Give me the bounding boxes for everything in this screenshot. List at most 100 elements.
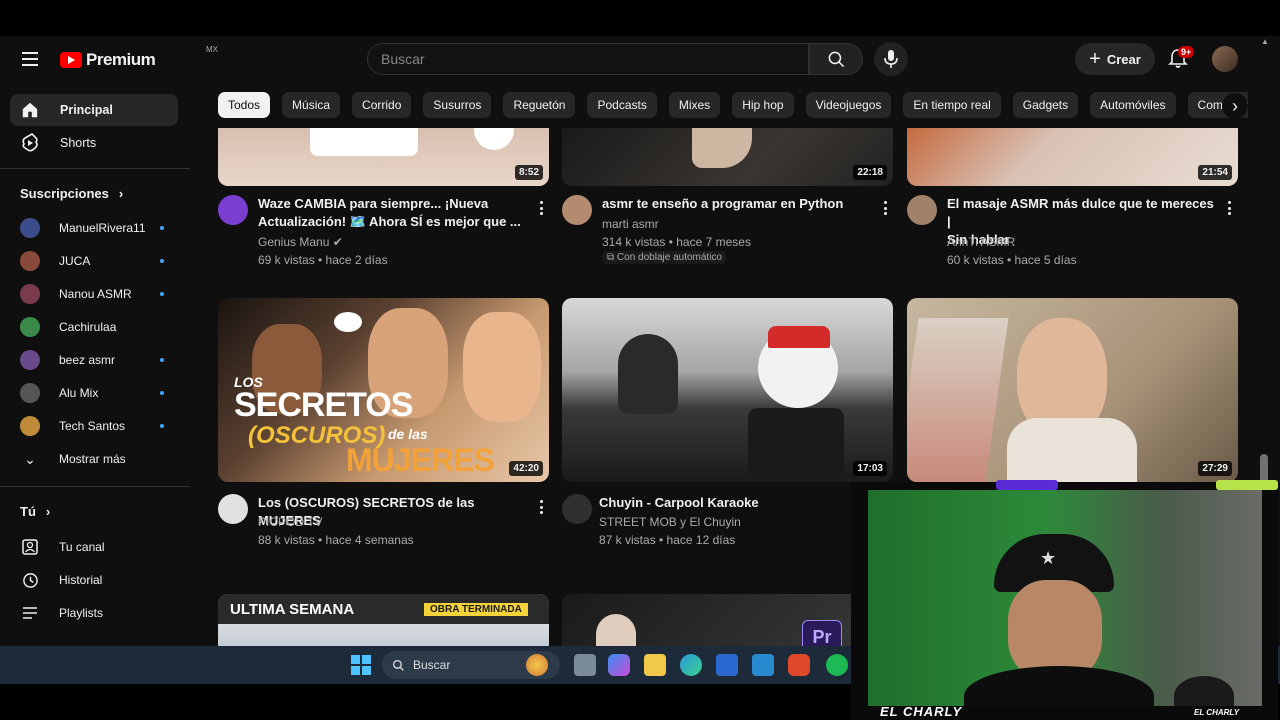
thumbnail-cap (768, 326, 830, 348)
account-avatar[interactable] (1212, 46, 1238, 72)
chip-susurros[interactable]: Susurros (423, 92, 492, 118)
windows-start-icon[interactable] (350, 654, 372, 676)
youtube-premium-logo[interactable]: Premium MX (60, 45, 218, 71)
chip-videojuegos[interactable]: Videojuegos (805, 92, 892, 118)
chip-podcasts[interactable]: Podcasts (587, 92, 657, 118)
store-icon[interactable] (716, 654, 738, 676)
logo-text: Premium (86, 50, 156, 69)
video-thumbnail[interactable]: 27:29 (907, 298, 1238, 482)
thumbnail-person (618, 334, 678, 414)
video-title[interactable]: Waze CAMBIA para siempre... ¡Nueva Actua… (258, 195, 528, 231)
video-meta: PICPOD TV 88 k vistas • hace 4 semanas (258, 513, 414, 549)
chip-musica[interactable]: Música (282, 92, 341, 118)
chip-hip-hop[interactable]: Hip hop (732, 92, 794, 118)
search-icon (392, 659, 404, 671)
search-box (367, 43, 809, 75)
video-thumbnail[interactable]: 17:03 (562, 298, 893, 482)
top-black-strip (0, 0, 1280, 36)
channel-avatar[interactable] (562, 195, 592, 225)
chip-mixes[interactable]: Mixes (668, 92, 721, 118)
brave-icon[interactable] (788, 654, 810, 676)
title-line: El masaje ASMR más dulce que te mereces … (947, 196, 1214, 229)
channel-name[interactable]: Genius Manu (258, 235, 329, 249)
outlook-icon[interactable] (752, 654, 774, 676)
video-duration: 17:03 (853, 461, 887, 476)
video-duration: 22:18 (853, 165, 887, 180)
title-line: Waze CAMBIA para siempre... ¡Nueva (258, 196, 489, 211)
thumbnail-text: MUJERES (346, 442, 495, 478)
views-date: 87 k vistas • hace 12 días (599, 533, 736, 547)
edge-icon[interactable] (680, 654, 702, 676)
video-thumbnail[interactable]: LOS SECRETOS (OSCUROS) de las MUJERES 42… (218, 298, 549, 482)
file-explorer-icon[interactable] (644, 654, 666, 676)
video-duration: 21:54 (1198, 165, 1232, 180)
plus-icon: + (1089, 48, 1101, 70)
streamer-tag: EL CHARLY (1194, 708, 1240, 717)
dub-label: Con doblaje automático (616, 252, 722, 263)
video-thumbnail[interactable]: ULTIMA SEMANA OBRA TERMINADA (218, 594, 549, 646)
task-view-icon[interactable] (574, 654, 596, 676)
voice-search-button[interactable] (874, 42, 908, 76)
more-options-icon[interactable] (880, 199, 890, 217)
speech-bubble-icon (334, 312, 362, 332)
more-options-icon[interactable] (1224, 199, 1234, 217)
channel-name[interactable]: STREET MOB y El Chuyin (599, 513, 741, 531)
create-button[interactable]: + Crear (1075, 43, 1155, 75)
header: Premium MX + Crear 9+ (0, 36, 1280, 82)
views-date: 69 k vistas • hace 2 días (258, 253, 388, 267)
chip-regueton[interactable]: Reguetón (503, 92, 576, 118)
youtube-play-icon (60, 52, 82, 68)
video-meta: STREET MOB y El Chuyin 87 k vistas • hac… (599, 513, 741, 549)
widget-icon[interactable] (526, 654, 548, 676)
home-icon (20, 100, 40, 120)
title-line: asmr te enseño a programar en Python (602, 196, 844, 211)
channel-avatar[interactable] (218, 494, 248, 524)
hamburger-menu-icon[interactable] (16, 46, 44, 72)
chip-todos[interactable]: Todos (218, 92, 271, 118)
views-date: 88 k vistas • hace 4 semanas (258, 533, 414, 547)
auto-dub-badge: ⧉ Con doblaje automático (603, 251, 726, 264)
create-label: Crear (1106, 51, 1141, 67)
video-duration: 27:29 (1198, 461, 1232, 476)
thumbnail-icon (474, 128, 514, 150)
video-duration: 8:52 (514, 165, 543, 180)
channel-name[interactable]: AnnTi ASMR (947, 233, 1077, 251)
video-thumbnail[interactable]: 8:52 (218, 128, 549, 186)
chip-corrido[interactable]: Corrido (352, 92, 412, 118)
logo-region: MX (206, 45, 218, 54)
thumbnail-text: OBRA TERMINADA (424, 603, 528, 616)
more-options-icon[interactable] (536, 498, 546, 516)
filter-chips: Todos Música Corrido Susurros Reguetón P… (218, 92, 1248, 120)
views-date: 314 k vistas • hace 7 meses (602, 235, 751, 249)
video-title[interactable]: Chuyin - Carpool Karaoke (599, 494, 869, 512)
channel-avatar[interactable] (218, 195, 248, 225)
sidebar-item-principal[interactable]: Principal (10, 94, 178, 126)
more-options-icon[interactable] (536, 199, 546, 217)
title-line: Actualización! 🗺️ Ahora SÍ es mejor que … (258, 214, 521, 229)
copilot-icon[interactable] (608, 654, 630, 676)
video-meta: AnnTi ASMR 60 k vistas • hace 5 días (947, 233, 1077, 269)
video-thumbnail[interactable]: 22:18 (562, 128, 893, 186)
channel-name[interactable]: marti asmr (602, 215, 751, 233)
chip-automoviles[interactable]: Automóviles (1090, 92, 1176, 118)
scroll-up-arrow-icon[interactable]: ▲ (1261, 37, 1269, 46)
chips-next-button[interactable]: › (1222, 93, 1248, 119)
sidebar-item-label: Principal (60, 103, 113, 117)
channel-avatar[interactable] (562, 494, 592, 524)
spotify-icon[interactable] (826, 654, 848, 676)
search-input[interactable] (368, 44, 808, 74)
video-thumbnail[interactable]: Pr (562, 594, 893, 646)
search-button[interactable] (809, 43, 863, 75)
video-meta: Genius Manu ✔ 69 k vistas • hace 2 días (258, 233, 388, 269)
thumbnail-person (463, 312, 541, 422)
thumbnail-object (907, 318, 1009, 482)
video-title[interactable]: asmr te enseño a programar en Python (602, 195, 872, 213)
channel-name[interactable]: PICPOD TV (258, 513, 414, 531)
webcam-shirt (964, 666, 1154, 706)
thumbnail-person-body (1007, 418, 1137, 482)
chip-en-tiempo-real[interactable]: En tiempo real (903, 92, 1001, 118)
channel-avatar[interactable] (907, 195, 937, 225)
video-thumbnail[interactable]: 21:54 (907, 128, 1238, 186)
webcam-accent (1216, 480, 1278, 490)
chip-gadgets[interactable]: Gadgets (1012, 92, 1079, 118)
